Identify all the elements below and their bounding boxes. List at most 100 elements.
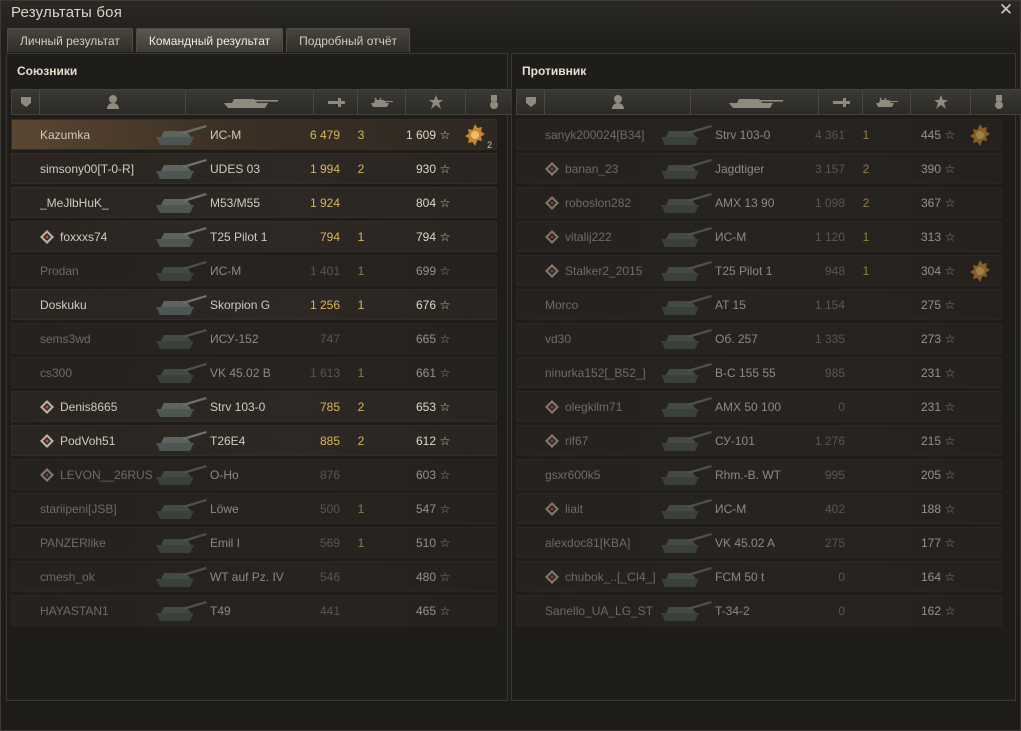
player-row[interactable]: Stalker2_2015 T25 Pilot 1 948 1 304 ☆ (516, 255, 1002, 286)
player-row[interactable]: stariipeni[JSB] Löwe 500 1 547 ☆ (11, 493, 497, 524)
damage-value: 885 (319, 433, 340, 448)
player-row[interactable]: liait ИС-М 402 188 ☆ (516, 493, 1002, 524)
player-row[interactable]: vitalij222 ИС-М 1 120 1 313 ☆ (516, 221, 1002, 252)
star-icon: ☆ (439, 399, 451, 414)
player-name: _MeJlbHuK_ (40, 195, 109, 210)
medal-icon[interactable]: 2 (464, 123, 492, 150)
star-icon: ☆ (439, 229, 451, 244)
vehicle-name: ИС-М (715, 229, 747, 244)
close-icon[interactable]: ✕ (998, 1, 1014, 19)
player-row[interactable]: _MeJlbHuK_ M53/M55 1 924 804 ☆ (11, 187, 497, 218)
player-row[interactable]: cmesh_ok WT auf Pz. IV 546 480 ☆ (11, 561, 497, 592)
player-row[interactable]: simsony00[T-0-R] UDES 03 1 994 2 930 ☆ (11, 153, 497, 184)
player-row[interactable]: Kazumka ИС-М 6 479 3 1 609 ☆ 2 (11, 119, 497, 150)
medal-icon[interactable] (969, 123, 991, 146)
vehicle-name: FCM 50 t (715, 569, 765, 584)
xp-value: 804 (415, 195, 436, 210)
player-row[interactable]: vd30 Об. 257 1 335 273 ☆ (516, 323, 1002, 354)
tank-icon (661, 323, 715, 354)
damage-value: 402 (824, 501, 845, 516)
player-name: simsony00[T-0-R] (40, 161, 135, 176)
xp-value: 275 (920, 297, 941, 312)
player-name: cmesh_ok (40, 569, 95, 584)
xp-value: 612 (415, 433, 436, 448)
player-row[interactable]: rif67 СУ-101 1 276 215 ☆ (516, 425, 1002, 456)
player-name: chubok_..[_CI4_] (565, 569, 656, 584)
player-row[interactable]: Morco AT 15 1 154 275 ☆ (516, 289, 1002, 320)
player-row[interactable]: Doskuku Skorpion G 1 256 1 676 ☆ (11, 289, 497, 320)
player-name: Kazumka (40, 127, 91, 142)
player-header-icon[interactable] (40, 90, 186, 114)
player-row[interactable]: chubok_..[_CI4_] FCM 50 t 0 164 ☆ (516, 561, 1002, 592)
player-name-cell: roboslon282 (545, 195, 675, 210)
star-icon: ☆ (944, 127, 956, 142)
damage-header-icon[interactable] (819, 90, 863, 114)
player-row[interactable]: sanyk200024[B34] Strv 103-0 4 361 1 445 ☆ (516, 119, 1002, 150)
vehicle-name: ИСУ-152 (210, 331, 259, 346)
xp-value: 304 (920, 263, 941, 278)
vehicle-name: B-C 155 55 (715, 365, 776, 380)
player-header-icon[interactable] (545, 90, 691, 114)
allies-header (11, 89, 523, 115)
window-title: Результаты боя (11, 4, 123, 21)
star-icon: ☆ (944, 229, 956, 244)
star-icon: ☆ (944, 467, 956, 482)
player-row[interactable]: foxxxs74 T25 Pilot 1 794 1 794 ☆ (11, 221, 497, 252)
kills-value: 2 (357, 433, 365, 448)
star-icon: ☆ (439, 161, 451, 176)
star-icon: ☆ (439, 569, 451, 584)
xp-header-icon[interactable] (911, 90, 971, 114)
tab-team[interactable]: Командный результат (135, 28, 284, 52)
kills-value: 2 (862, 161, 870, 176)
player-row[interactable]: alexdoc81[KBA] VK 45.02 A 275 177 ☆ (516, 527, 1002, 558)
player-row[interactable]: Prodan ИС-М 1 401 1 699 ☆ (11, 255, 497, 286)
xp-value: 1 609 (405, 127, 436, 142)
damage-value: 1 994 (309, 161, 340, 176)
player-name: LEVON__26RUS (60, 467, 153, 482)
vehicle-name: Strv 103-0 (210, 399, 266, 414)
medal-header-icon[interactable] (971, 90, 1021, 114)
medal-icon[interactable] (969, 259, 991, 282)
vehicle-name: Löwe (210, 501, 239, 516)
player-row[interactable]: roboslon282 AMX 13 90 1 098 2 367 ☆ (516, 187, 1002, 218)
tank-icon (661, 459, 715, 490)
player-row[interactable]: PANZERlike Emil I 569 1 510 ☆ (11, 527, 497, 558)
tank-header-icon[interactable] (186, 90, 314, 114)
damage-header-icon[interactable] (314, 90, 358, 114)
kills-value: 1 (357, 263, 365, 278)
player-row[interactable]: sems3wd ИСУ-152 747 665 ☆ (11, 323, 497, 354)
player-row[interactable]: gsxr600k5 Rhm.-B. WT 995 205 ☆ (516, 459, 1002, 490)
xp-value: 676 (415, 297, 436, 312)
platoon-header-icon[interactable] (517, 90, 545, 114)
star-icon: ☆ (944, 263, 956, 278)
vehicle-name: VK 45.02 A (715, 535, 776, 550)
kills-header-icon[interactable] (863, 90, 911, 114)
player-row[interactable]: PodVoh51 T26E4 885 2 612 ☆ (11, 425, 497, 456)
xp-value: 273 (920, 331, 941, 346)
medal-slot: 2 (454, 123, 496, 150)
xp-header-icon[interactable] (406, 90, 466, 114)
player-name-cell: sems3wd (40, 332, 170, 346)
tank-header-icon[interactable] (691, 90, 819, 114)
player-row[interactable]: HAYASTAN1 T49 441 465 ☆ (11, 595, 497, 626)
player-name-cell: cs300 (40, 366, 170, 380)
player-row[interactable]: LEVON__26RUS O-Ho 876 603 ☆ (11, 459, 497, 490)
player-row[interactable]: banan_23 Jagdtiger 3 157 2 390 ☆ (516, 153, 1002, 184)
platoon-icon (545, 569, 559, 584)
player-row[interactable]: cs300 VK 45.02 B 1 613 1 661 ☆ (11, 357, 497, 388)
player-row[interactable]: Denis8665 Strv 103-0 785 2 653 ☆ (11, 391, 497, 422)
platoon-header-icon[interactable] (12, 90, 40, 114)
player-name-cell: Sanello_UA_LG_ST (545, 604, 675, 618)
tab-personal[interactable]: Личный результат (7, 28, 133, 52)
kills-header-icon[interactable] (358, 90, 406, 114)
tab-detailed[interactable]: Подробный отчёт (286, 28, 411, 52)
player-name-cell: chubok_..[_CI4_] (545, 569, 675, 584)
xp-value: 661 (415, 365, 436, 380)
player-row[interactable]: ninurka152[_B52_] B-C 155 55 985 231 ☆ (516, 357, 1002, 388)
player-row[interactable]: olegkilm71 AMX 50 100 0 231 ☆ (516, 391, 1002, 422)
player-name: sanyk200024[B34] (545, 127, 645, 142)
xp-value: 794 (415, 229, 436, 244)
player-row[interactable]: Sanello_UA_LG_ST T-34-2 0 162 ☆ (516, 595, 1002, 626)
allies-panel: Союзники Kazumka ИС-М 6 479 3 1 609 ☆ 2 simsony… (6, 53, 523, 701)
star-icon: ☆ (944, 603, 956, 618)
